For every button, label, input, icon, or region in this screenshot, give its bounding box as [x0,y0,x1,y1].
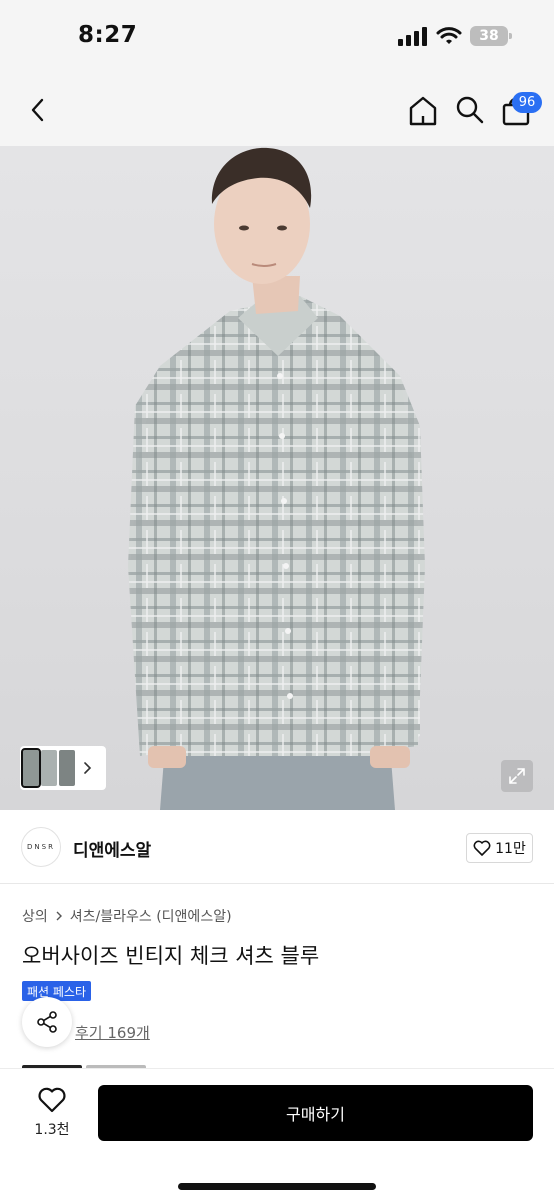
wifi-icon [436,27,462,44]
review-link[interactable]: 후기 169개 [75,1022,150,1043]
heart-icon [473,840,491,856]
cart-count-badge: 96 [512,92,542,113]
search-icon[interactable] [452,92,488,128]
share-icon [37,1011,57,1033]
buy-button[interactable]: 구매하기 [98,1085,533,1141]
brand-row[interactable]: DNSR 디앤에스알 11만 [0,810,554,884]
home-indicator [178,1183,376,1190]
brand-like-count: 11만 [495,841,526,857]
heart-icon [38,1087,66,1113]
battery-icon: 38 [470,26,512,46]
thumbnail-2[interactable] [41,750,57,786]
status-icons: 38 [398,26,512,46]
thumbnail-strip[interactable] [20,746,106,790]
product-image[interactable] [0,146,554,810]
status-bar: 8:27 38 [0,0,554,78]
wishlist-button[interactable]: 1.3천 [24,1087,80,1139]
product-title: 오버사이즈 빈티지 체크 셔츠 블루 [22,944,320,968]
chevron-right-icon[interactable] [81,761,93,775]
brand-like-button[interactable]: 11만 [466,833,533,863]
expand-icon [509,768,525,784]
home-icon[interactable] [404,92,442,130]
share-button[interactable] [22,997,72,1047]
breadcrumb-item-category[interactable]: 상의 [22,906,48,926]
breadcrumb-item-subcategory[interactable]: 셔츠/블라우스 (디앤에스알) [70,906,232,926]
expand-button[interactable] [501,760,533,792]
brand-name[interactable]: 디앤에스알 [73,836,151,861]
chevron-left-icon[interactable] [22,92,58,128]
status-time: 8:27 [78,22,138,48]
thumbnail-1[interactable] [21,748,41,788]
breadcrumb: 상의 셔츠/블라우스 (디앤에스알) [22,906,232,926]
top-nav [0,78,554,146]
wishlist-count: 1.3천 [34,1122,70,1138]
signal-icon [398,27,427,46]
bottom-action-bar: 1.3천 구매하기 [0,1068,554,1200]
thumbnail-3[interactable] [59,750,75,786]
chevron-right-icon [56,911,62,921]
brand-logo[interactable]: DNSR [21,827,61,867]
product-photo-illustration [128,147,425,810]
